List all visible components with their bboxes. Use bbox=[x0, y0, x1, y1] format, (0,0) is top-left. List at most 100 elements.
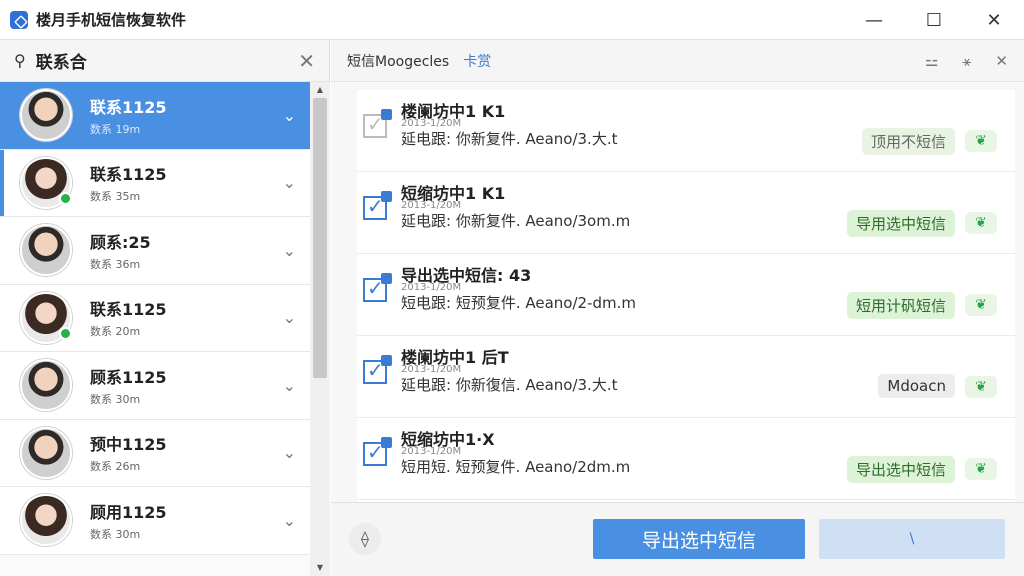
layer-icon[interactable]: ⟠ bbox=[349, 523, 381, 555]
pin-badge-icon bbox=[381, 355, 392, 366]
contact-text: 顾系1125 数系 30m bbox=[90, 364, 167, 407]
footer-bar: ⟠ 导出选中短信 \ bbox=[331, 502, 1024, 576]
message-action-button[interactable]: 导出选中短信 bbox=[846, 456, 955, 483]
contact-item[interactable]: 顾用1125 数系 30m ⌄ bbox=[0, 487, 310, 555]
minimize-button[interactable]: — bbox=[844, 0, 904, 40]
message-checkbox[interactable]: ✓ bbox=[363, 355, 392, 384]
leaf-icon[interactable]: ❦ bbox=[965, 294, 997, 316]
contact-item[interactable]: 预中1125 数系 26m ⌄ bbox=[0, 419, 310, 487]
message-list: ✓ 楼阑坊中1 K1 2013-1/20M 延电跟: 你新复件. Aeano/3.大.… bbox=[357, 90, 1015, 502]
secondary-button[interactable]: \ bbox=[819, 519, 1005, 559]
message-checkbox[interactable]: ✓ bbox=[363, 191, 392, 220]
message-item[interactable]: ✓ 短缩坊中1 K1 2013-1/20M 延电跟: 你新复件. Aeano/3om.… bbox=[357, 172, 1015, 254]
contact-subtitle: 数系 19m bbox=[90, 122, 141, 136]
contact-name: 联系1125 bbox=[90, 300, 167, 320]
avatar bbox=[20, 494, 72, 547]
contacts-panel: ⚲ 联系合 ✕ 联系1125 数系 19m ⌄ 联系1125 数系 35m ⌄ 顾系:25 数… bbox=[0, 40, 330, 576]
contact-subtitle: 数系 26m bbox=[90, 460, 141, 474]
contact-name: 联系1125 bbox=[90, 165, 167, 185]
message-body: 延电跟: 你新复件. Aeano/3.大.t bbox=[401, 130, 618, 148]
title-bar: 楼月手机短信恢复软件 — ☐ ✕ bbox=[0, 0, 1024, 40]
message-item[interactable]: ✓ 导出选中短信: 43 2013-1/20M 短电跟: 短预复件. Aeano/2-… bbox=[357, 254, 1015, 336]
contact-text: 联系1125 数系 35m bbox=[90, 161, 167, 204]
close-panel-icon[interactable]: ✕ bbox=[995, 52, 1008, 70]
contact-text: 联系1125 数系 20m bbox=[90, 296, 167, 339]
contact-subtitle: 数系 30m bbox=[90, 392, 141, 406]
contact-name: 预中1125 bbox=[90, 435, 167, 455]
message-item[interactable]: ✓ 楼阑坊中1 K1 2013-1/20M 延电跟: 你新复件. Aeano/3.大.… bbox=[357, 90, 1015, 172]
chevron-down-icon[interactable]: ⌄ bbox=[283, 241, 296, 260]
header-tools: ⚍ ⚹ ✕ bbox=[925, 52, 1008, 70]
messages-header: 短信Moogecles 卡赏 ⚍ ⚹ ✕ bbox=[331, 40, 1024, 82]
export-selected-button[interactable]: 导出选中短信 bbox=[593, 519, 805, 559]
maximize-button[interactable]: ☐ bbox=[904, 0, 964, 40]
contact-item[interactable]: 顾系1125 数系 30m ⌄ bbox=[0, 352, 310, 420]
contact-list: 联系1125 数系 19m ⌄ 联系1125 数系 35m ⌄ 顾系:25 数系 36m ⌄ 联系… bbox=[0, 82, 310, 576]
contact-item[interactable]: 联系1125 数系 19m ⌄ bbox=[0, 82, 310, 150]
message-item[interactable]: ✓ 楼阑坊中1 后T 2013-1/20M 延电跟: 你新復信. Aeano/3.大.… bbox=[357, 336, 1015, 418]
message-body: 延电跟: 你新复件. Aeano/3om.m bbox=[401, 212, 631, 230]
chevron-down-icon[interactable]: ⌄ bbox=[283, 106, 296, 125]
avatar bbox=[20, 224, 72, 277]
messages-title: 短信Moogecles bbox=[347, 53, 450, 70]
message-item[interactable]: ✓ 短缩坊中1·X 2013-1/20M 短用短. 短预复件. Aeano/2dm.m… bbox=[357, 418, 1015, 500]
chevron-down-icon[interactable]: ⌄ bbox=[283, 173, 296, 192]
pin-badge-icon bbox=[381, 109, 392, 120]
filter-icon[interactable]: ⚍ bbox=[925, 52, 938, 70]
chevron-down-icon[interactable]: ⌄ bbox=[283, 376, 296, 395]
avatar bbox=[20, 359, 72, 412]
contact-subtitle: 数系 30m bbox=[90, 527, 141, 541]
message-checkbox[interactable]: ✓ bbox=[363, 109, 392, 138]
leaf-icon[interactable]: ❦ bbox=[965, 458, 997, 480]
avatar bbox=[20, 89, 72, 142]
avatar bbox=[20, 426, 72, 479]
contact-subtitle: 数系 36m bbox=[90, 257, 141, 271]
app-logo-icon bbox=[10, 10, 28, 29]
chevron-down-icon[interactable]: ⌄ bbox=[283, 511, 296, 530]
message-checkbox[interactable]: ✓ bbox=[363, 437, 392, 466]
messages-panel: 短信Moogecles 卡赏 ⚍ ⚹ ✕ ✓ 楼阑坊中1 K1 2013-1/20M… bbox=[331, 40, 1024, 576]
pin-badge-icon bbox=[381, 437, 392, 448]
close-contacts-icon[interactable]: ✕ bbox=[298, 49, 315, 73]
scroll-down-icon[interactable]: ▼ bbox=[310, 560, 330, 576]
avatar bbox=[20, 156, 72, 209]
contact-item[interactable]: 联系1125 数系 20m ⌄ bbox=[0, 284, 310, 352]
leaf-icon[interactable]: ❦ bbox=[965, 212, 997, 234]
pin-badge-icon bbox=[381, 191, 392, 202]
tab-card[interactable]: 卡赏 bbox=[463, 51, 491, 71]
contact-text: 联系1125 数系 19m bbox=[90, 94, 167, 137]
contact-name: 顾系:25 bbox=[90, 232, 151, 252]
contact-name: 顾系1125 bbox=[90, 367, 167, 387]
contacts-title: 联系合 bbox=[35, 53, 87, 73]
contact-text: 预中1125 数系 26m bbox=[90, 431, 167, 474]
pin-icon[interactable]: ⚹ bbox=[962, 52, 971, 70]
online-status-icon bbox=[59, 326, 72, 340]
scroll-up-icon[interactable]: ▲ bbox=[310, 82, 330, 98]
avatar bbox=[20, 291, 72, 344]
window-title: 楼月手机短信恢复软件 bbox=[36, 11, 187, 29]
message-action-button[interactable]: 顶用不短信 bbox=[861, 128, 955, 155]
chevron-down-icon[interactable]: ⌄ bbox=[283, 443, 296, 462]
message-checkbox[interactable]: ✓ bbox=[363, 273, 392, 302]
message-action-button[interactable]: 导用选中短信 bbox=[846, 210, 955, 237]
pin-badge-icon bbox=[381, 273, 392, 284]
window-controls: — ☐ ✕ bbox=[844, 0, 1024, 40]
message-action-button[interactable]: Mdoacn bbox=[878, 374, 955, 398]
contacts-scrollbar[interactable]: ▲ ▼ bbox=[310, 82, 330, 576]
contacts-header: ⚲ 联系合 ✕ bbox=[0, 40, 329, 82]
leaf-icon[interactable]: ❦ bbox=[965, 130, 997, 152]
chevron-down-icon[interactable]: ⌄ bbox=[283, 308, 296, 327]
scroll-thumb[interactable] bbox=[313, 98, 327, 378]
contact-text: 顾系:25 数系 36m bbox=[90, 229, 151, 272]
message-body: 延电跟: 你新復信. Aeano/3.大.t bbox=[401, 376, 618, 394]
message-action-button[interactable]: 短用计矾短信 bbox=[846, 292, 955, 319]
contact-item[interactable]: 顾系:25 数系 36m ⌄ bbox=[0, 217, 310, 285]
contact-subtitle: 数系 35m bbox=[90, 190, 141, 204]
contact-subtitle: 数系 20m bbox=[90, 325, 141, 339]
message-body: 短用短. 短预复件. Aeano/2dm.m bbox=[401, 458, 631, 476]
contact-item[interactable]: 联系1125 数系 35m ⌄ bbox=[0, 149, 310, 217]
contact-text: 顾用1125 数系 30m bbox=[90, 499, 167, 542]
contact-name: 联系1125 bbox=[90, 97, 167, 117]
close-button[interactable]: ✕ bbox=[964, 0, 1024, 40]
leaf-icon[interactable]: ❦ bbox=[965, 376, 997, 398]
